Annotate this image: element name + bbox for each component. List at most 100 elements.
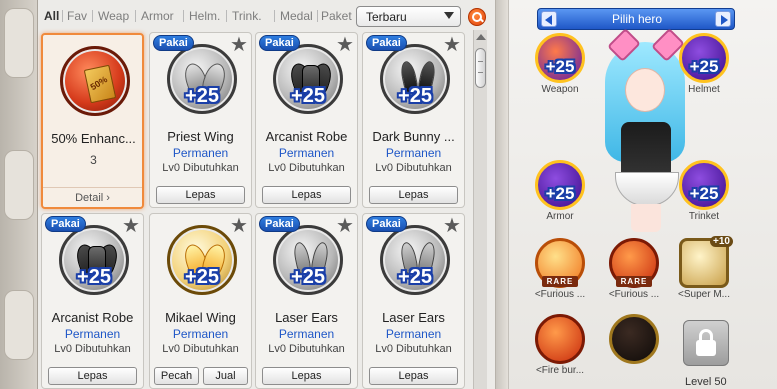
item-name: Mikael Wing [165, 310, 236, 325]
break-button[interactable]: Pecah [154, 367, 199, 385]
item-duration: Permanen [385, 146, 442, 160]
sell-button[interactable]: Jual [203, 367, 248, 385]
skill-label: <Super M... [678, 289, 730, 300]
item-name: Dark Bunny ... [372, 129, 455, 144]
skill-slot[interactable]: +10 <Super M... [677, 236, 733, 304]
item-card[interactable]: +25 Pakai ★ Arcanist Robe Permanen Lv0 D… [41, 213, 144, 389]
item-card[interactable]: +25 Pakai ★ Laser Ears Permanen Lv0 Dibu… [255, 213, 358, 389]
weapon-slot[interactable]: +25 Weapon [533, 33, 587, 99]
star-icon[interactable]: ★ [442, 35, 462, 55]
next-hero-button[interactable] [715, 11, 731, 27]
skill-label: <Fire bur... [535, 365, 585, 376]
unequip-button[interactable]: Lepas [369, 186, 458, 204]
skill-label: <Furious ... [608, 289, 660, 300]
bonus-value: +25 [185, 266, 219, 288]
slot-label: Trinket [688, 211, 720, 222]
skill-label: <Furious ... [534, 289, 586, 300]
unequip-button[interactable]: Lepas [262, 367, 351, 385]
item-card[interactable]: +25 Pakai ★ Laser Ears Permanen Lv0 Dibu… [362, 213, 465, 389]
equipped-badge: Pakai [259, 35, 300, 51]
divider [92, 10, 93, 22]
bonus-value: +25 [398, 266, 432, 288]
star-icon[interactable]: ★ [229, 216, 249, 236]
rarity-badge: RARE [542, 276, 578, 287]
chevron-down-icon [444, 12, 454, 19]
filter-weap[interactable]: Weap [98, 9, 129, 23]
armor-slot[interactable]: +25 Armor [533, 160, 587, 226]
search-icon[interactable] [468, 8, 486, 26]
enhance-coupon-icon: 50% [60, 46, 130, 116]
bonus-value: +25 [398, 85, 432, 107]
divider [62, 10, 63, 22]
item-name: Arcanist Robe [265, 129, 348, 144]
bonus-value: +25 [689, 184, 719, 203]
bonus-value: +25 [291, 85, 325, 107]
item-card[interactable]: +25 Pakai ★ Dark Bunny ... Permanen Lv0 … [362, 32, 465, 208]
star-icon[interactable]: ★ [229, 35, 249, 55]
panel-divider [495, 0, 508, 389]
filter-medal[interactable]: Medal [280, 9, 313, 23]
hero-selector: Pilih hero [537, 8, 735, 30]
item-duration: Permanen [278, 327, 335, 341]
unequip-button[interactable]: Lepas [369, 367, 458, 385]
upgrade-badge: +10 [710, 236, 733, 247]
item-requirement: Lv0 Dibutuhkan [268, 343, 345, 355]
scrollbar[interactable] [473, 30, 487, 389]
star-icon[interactable]: ★ [335, 35, 355, 55]
filter-all[interactable]: All [44, 9, 59, 23]
divider [274, 10, 275, 22]
item-duration: Permanen [64, 327, 121, 341]
background-window-edge [0, 0, 38, 389]
bonus-value: +25 [545, 184, 575, 203]
divider [183, 10, 184, 22]
item-card[interactable]: 50% 50% Enhanc... 3 Detail › [41, 33, 144, 209]
equipped-badge: Pakai [366, 35, 407, 51]
star-icon[interactable]: ★ [442, 216, 462, 236]
item-card[interactable]: +25 ★ Mikael Wing Permanen Lv0 Dibutuhka… [149, 213, 252, 389]
rarity-badge: RARE [616, 276, 652, 287]
star-icon[interactable]: ★ [335, 216, 355, 236]
bonus-value: +25 [291, 266, 325, 288]
background-tab [4, 290, 34, 360]
skill-slot[interactable]: <Fire bur... [533, 314, 587, 380]
item-duration: Permanen [385, 327, 442, 341]
skill-slot[interactable] [607, 314, 661, 380]
skill-slot[interactable]: RARE <Furious ... [533, 238, 587, 304]
hero-selector-title: Pilih hero [611, 12, 663, 26]
filter-bar: All Fav Weap Armor Helm. Trink. Medal Pa… [38, 4, 495, 28]
filter-armor[interactable]: Armor [141, 9, 174, 23]
filter-helm[interactable]: Helm. [189, 9, 220, 23]
unequip-button[interactable]: Lepas [156, 186, 245, 204]
slot-label: Weapon [541, 84, 579, 95]
item-name: Laser Ears [382, 310, 445, 325]
sort-dropdown[interactable]: Terbaru [356, 6, 461, 27]
equipped-badge: Pakai [45, 216, 86, 232]
lock-icon[interactable] [683, 320, 729, 366]
item-card[interactable]: +25 Pakai ★ Arcanist Robe Permanen Lv0 D… [255, 32, 358, 208]
unequip-button[interactable]: Lepas [48, 367, 137, 385]
divider [226, 10, 227, 22]
item-requirement: Lv0 Dibutuhkan [268, 162, 345, 174]
bonus-value: +25 [545, 57, 575, 76]
slot-label: Helmet [688, 84, 720, 95]
star-icon[interactable]: ★ [121, 216, 141, 236]
scroll-thumb[interactable] [475, 48, 486, 88]
filter-paket[interactable]: Paket [321, 9, 352, 23]
bonus-value: +25 [77, 266, 111, 288]
equipped-badge: Pakai [259, 216, 300, 232]
skill-slot[interactable]: RARE <Furious ... [607, 238, 661, 304]
trinket-slot[interactable]: +25 Trinket [677, 160, 731, 226]
inventory-panel: All Fav Weap Armor Helm. Trink. Medal Pa… [38, 0, 495, 389]
unequip-button[interactable]: Lepas [262, 186, 351, 204]
filter-trink[interactable]: Trink. [232, 9, 262, 23]
divider [135, 10, 136, 22]
item-card[interactable]: +25 Pakai ★ Priest Wing Permanen Lv0 Dib… [149, 32, 252, 208]
equipped-badge: Pakai [366, 216, 407, 232]
scroll-up-icon[interactable] [476, 34, 486, 40]
item-requirement: Lv0 Dibutuhkan [375, 162, 452, 174]
item-name: 50% Enhanc... [51, 131, 136, 146]
item-requirement: Lv0 Dibutuhkan [162, 162, 239, 174]
helmet-slot[interactable]: +25 Helmet [677, 33, 731, 99]
detail-button[interactable]: Detail › [43, 187, 142, 207]
filter-fav[interactable]: Fav [67, 9, 87, 23]
